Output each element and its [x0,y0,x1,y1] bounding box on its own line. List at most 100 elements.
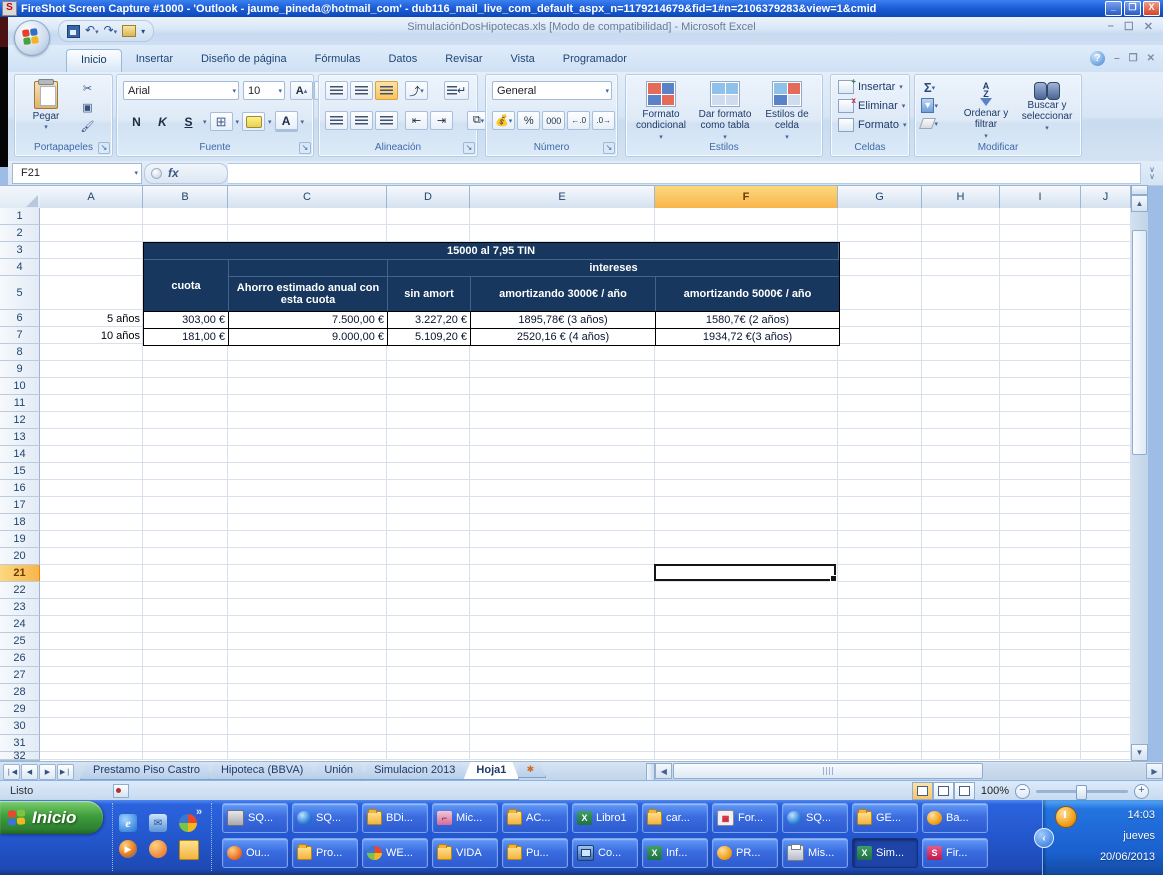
cell-C12[interactable] [228,412,387,429]
ribbon-tab-dise-o-de-p-gina[interactable]: Diseño de página [187,49,301,72]
cell-I30[interactable] [1000,718,1081,735]
vertical-scrollbar[interactable]: ▲ ▼ [1131,185,1148,761]
cell-E6[interactable]: 1895,78€ (3 años) [471,311,656,328]
cell-J9[interactable] [1081,361,1131,378]
cell-F11[interactable] [655,395,838,412]
cell-H27[interactable] [922,667,1000,684]
cell-I23[interactable] [1000,599,1081,616]
cell-H20[interactable] [922,548,1000,565]
insert-function-button[interactable]: fx [144,162,228,184]
cell-C20[interactable] [228,548,387,565]
row-header-12[interactable]: 12 [0,412,40,429]
cell-G8[interactable] [838,344,922,361]
close-button[interactable]: X [1143,1,1160,16]
cell-G4[interactable] [838,259,922,276]
sheet-tab-uni-n[interactable]: Unión [311,762,366,780]
cell-B6[interactable]: 303,00 € [144,311,229,328]
decrease-decimal-icon[interactable]: .0→ [592,111,616,130]
cell-D32[interactable] [387,752,470,760]
cell-I20[interactable] [1000,548,1081,565]
row-header-22[interactable]: 22 [0,582,40,599]
cell-J1[interactable] [1081,208,1131,225]
cell-E1[interactable] [470,208,655,225]
cell-A20[interactable] [40,548,143,565]
firefox-icon[interactable] [149,840,167,858]
cell-J28[interactable] [1081,684,1131,701]
cell-H8[interactable] [922,344,1000,361]
cell-F1[interactable] [655,208,838,225]
taskbar-button-inf[interactable]: X Inf... [642,838,708,868]
cell-I9[interactable] [1000,361,1081,378]
cell-I31[interactable] [1000,735,1081,752]
row-header-13[interactable]: 13 [0,429,40,446]
underline-button[interactable]: S [177,112,200,131]
cell-B26[interactable] [143,650,228,667]
cell-H23[interactable] [922,599,1000,616]
cell-G12[interactable] [838,412,922,429]
cell-E23[interactable] [470,599,655,616]
cell-E10[interactable] [470,378,655,395]
cell-J14[interactable] [1081,446,1131,463]
cell-A30[interactable] [40,718,143,735]
cell-F27[interactable] [655,667,838,684]
taskbar-button-mis[interactable]: Mis... [782,838,848,868]
cell-H26[interactable] [922,650,1000,667]
cell-I15[interactable] [1000,463,1081,480]
cell-C17[interactable] [228,497,387,514]
cell-J21[interactable] [1081,565,1131,582]
column-header-F[interactable]: F [655,185,838,210]
cell-B24[interactable] [143,616,228,633]
cell-B29[interactable] [143,701,228,718]
next-sheet-icon[interactable]: ▶ [39,764,56,780]
cell-H4[interactable] [922,259,1000,276]
cell-E2[interactable] [470,225,655,242]
cell-A27[interactable] [40,667,143,684]
workbook-close-button[interactable]: ✕ [1147,53,1155,64]
column-header-A[interactable]: A [40,185,143,209]
cell-C22[interactable] [228,582,387,599]
cell-B9[interactable] [143,361,228,378]
cell-G21[interactable] [838,565,922,582]
row-header-23[interactable]: 23 [0,599,40,616]
cell-C28[interactable] [228,684,387,701]
row-header-14[interactable]: 14 [0,446,40,463]
cell-F30[interactable] [655,718,838,735]
comma-style-button[interactable]: 000 [542,111,566,130]
cell-E29[interactable] [470,701,655,718]
cell-I2[interactable] [1000,225,1081,242]
cell-I21[interactable] [1000,565,1081,582]
last-sheet-icon[interactable]: ▶❘ [57,764,74,780]
format-cells-button[interactable]: Formato ▾ [833,115,906,134]
cell-F28[interactable] [655,684,838,701]
cell-E8[interactable] [470,344,655,361]
cell-I22[interactable] [1000,582,1081,599]
cell-G32[interactable] [838,752,922,760]
cell-C18[interactable] [228,514,387,531]
column-header-J[interactable]: J [1081,185,1131,209]
taskbar-button-car[interactable]: car... [642,803,708,833]
cell-I24[interactable] [1000,616,1081,633]
cell-E9[interactable] [470,361,655,378]
office-button[interactable] [14,20,50,56]
cell-G28[interactable] [838,684,922,701]
cell-E17[interactable] [470,497,655,514]
taskbar-button-sim[interactable]: X Sim... [852,838,918,868]
cell-J8[interactable] [1081,344,1131,361]
taskbar-button-sq[interactable]: SQ... [782,803,848,833]
row-header-27[interactable]: 27 [0,667,40,684]
taskbar-button-pr[interactable]: PR... [712,838,778,868]
cell-B10[interactable] [143,378,228,395]
cell-C29[interactable] [228,701,387,718]
minimize-button[interactable]: _ [1105,1,1122,16]
cell-B7[interactable]: 181,00 € [144,328,229,345]
cell-B15[interactable] [143,463,228,480]
borders-caret[interactable]: ▾ [236,118,240,126]
cell-D11[interactable] [387,395,470,412]
cell-G18[interactable] [838,514,922,531]
cell-J24[interactable] [1081,616,1131,633]
cell-F9[interactable] [655,361,838,378]
taskbar-button-ac[interactable]: AC... [502,803,568,833]
cell-D7[interactable]: 5.109,20 € [388,328,471,345]
cell-B2[interactable] [143,225,228,242]
cell-E20[interactable] [470,548,655,565]
